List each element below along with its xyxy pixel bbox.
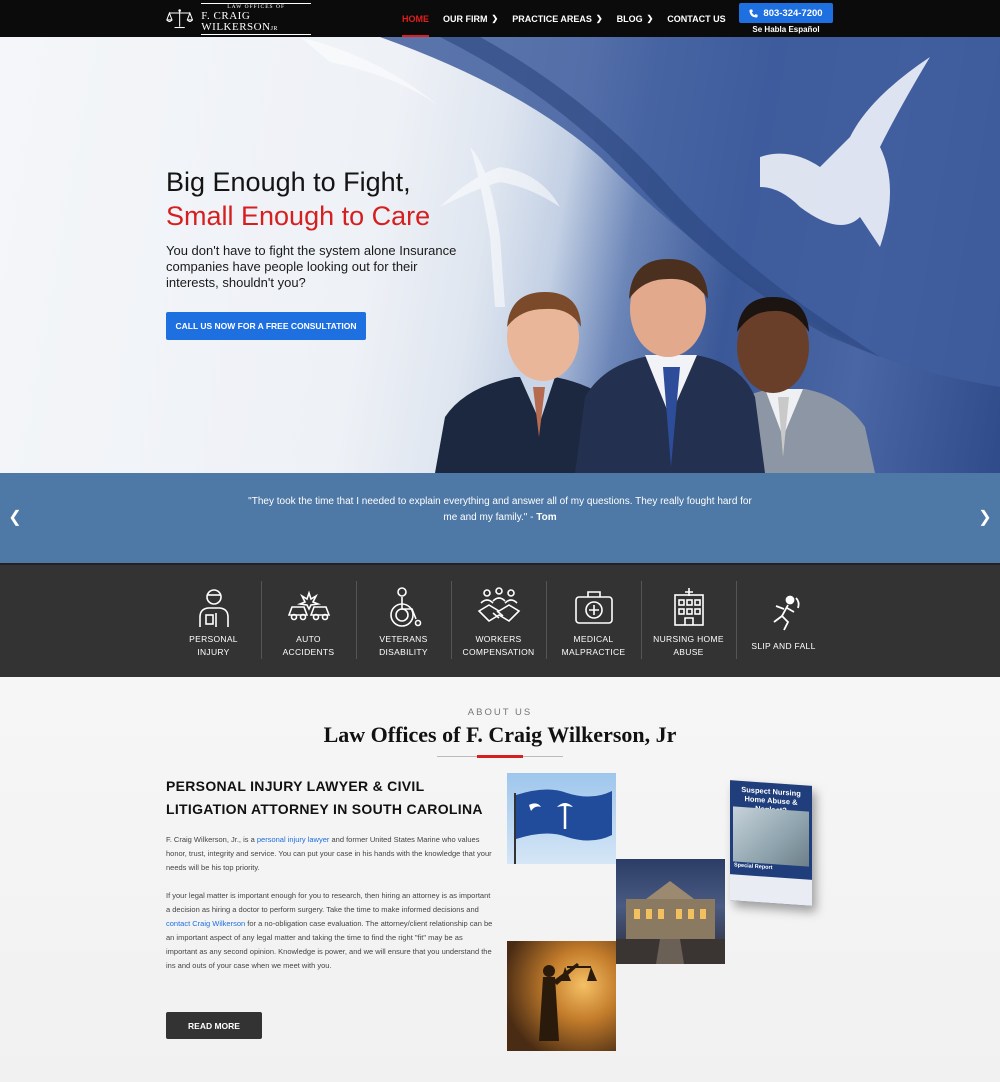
testimonial-author: Tom	[536, 512, 557, 523]
practice-area-label: PERSONAL INJURY	[189, 634, 238, 657]
practice-area-label: NURSING HOME ABUSE	[653, 634, 724, 657]
nav-blog[interactable]: BLOG ❯	[610, 0, 661, 37]
title-divider	[437, 755, 563, 758]
practice-area-personal-injury[interactable]: PERSONAL INJURY	[166, 565, 261, 679]
nav-practice-areas[interactable]: PRACTICE AREAS ❯	[505, 0, 609, 37]
practice-area-label: VETERANS DISABILITY	[379, 634, 428, 657]
about-section: ABOUT US Law Offices of F. Craig Wilkers…	[0, 677, 1000, 1082]
personal-injury-lawyer-link[interactable]: personal injury lawyer	[257, 835, 330, 844]
practice-area-label: MEDICAL MALPRACTICE	[561, 634, 626, 657]
chevron-right-icon: ❯	[491, 14, 499, 23]
firm-logo[interactable]: LAW OFFICES OF F. CRAIG WILKERSONJR	[166, 3, 311, 35]
book-cover-image	[733, 806, 809, 867]
wheelchair-icon	[389, 587, 421, 627]
phone-number: 803-324-7200	[763, 7, 823, 19]
practice-area-auto-accidents[interactable]: AUTO ACCIDENTS	[261, 565, 356, 679]
nav-our-firm[interactable]: OUR FIRM ❯	[436, 0, 505, 37]
practice-area-label: AUTO ACCIDENTS	[282, 634, 335, 657]
injured-person-icon	[198, 589, 229, 627]
chevron-right-icon[interactable]: ❯	[977, 507, 993, 527]
hero-subtitle: You don't have to fight the system alone…	[166, 243, 457, 290]
free-consultation-button[interactable]: CALL US NOW FOR A FREE CONSULTATION	[166, 312, 366, 340]
slip-fall-icon	[772, 595, 800, 630]
phone-button[interactable]: 803-324-7200	[739, 3, 833, 23]
contact-craig-link[interactable]: contact Craig Wilkerson	[166, 919, 245, 928]
practice-area-veterans-disability[interactable]: VETERANS DISABILITY	[356, 565, 451, 679]
hero-section: Big Enough to Fight, Small Enough to Car…	[0, 37, 1000, 473]
flag-image	[514, 789, 612, 864]
practice-area-slip-and-fall[interactable]: SLIP AND FALL	[736, 565, 831, 679]
practice-area-workers-compensation[interactable]: WORKERS COMPENSATION	[451, 565, 546, 679]
handshake-icon	[477, 587, 520, 623]
attorneys-photo	[435, 259, 875, 473]
practice-area-nursing-home-abuse[interactable]: NURSING HOME ABUSE	[641, 565, 736, 679]
hero-title: Big Enough to Fight, Small Enough to Car…	[166, 165, 430, 233]
sc-flag-photo	[507, 773, 616, 864]
practice-area-medical-malpractice[interactable]: MEDICAL MALPRACTICE	[546, 565, 641, 679]
practice-area-label: SLIP AND FALL	[751, 640, 816, 651]
chevron-right-icon: ❯	[595, 14, 603, 23]
read-more-button[interactable]: READ MORE	[166, 1012, 262, 1039]
book-label: Special Report	[734, 862, 773, 872]
lady-justice-image	[539, 963, 597, 1041]
about-eyebrow: ABOUT US	[467, 707, 533, 718]
phone-icon	[749, 8, 758, 18]
chevron-left-icon[interactable]: ❮	[7, 507, 23, 527]
nav-home[interactable]: HOME	[395, 0, 436, 37]
medical-kit-icon	[574, 591, 613, 624]
scales-of-justice-icon	[166, 9, 194, 29]
logo-suffix: JR	[270, 25, 278, 32]
nursing-home-report-book[interactable]: Suspect Nursing Home Abuse & Neglect? Sp…	[730, 780, 812, 906]
car-crash-icon	[287, 590, 330, 621]
book-footer	[730, 874, 812, 906]
spanish-notice: Se Habla Español	[752, 25, 820, 34]
top-navigation: LAW OFFICES OF F. CRAIG WILKERSONJR HOME…	[0, 0, 1000, 37]
about-paragraph-2: If your legal matter is important enough…	[166, 891, 493, 970]
about-title: Law Offices of F. Craig Wilkerson, Jr	[323, 722, 677, 747]
testimonial-quote: "They took the time that I needed to exp…	[248, 496, 752, 523]
hero-title-line2: Small Enough to Care	[166, 201, 431, 231]
capitol-building-photo	[616, 859, 725, 964]
hospital-icon	[673, 588, 704, 626]
lady-justice-photo	[507, 941, 616, 1051]
about-paragraph-1: F. Craig Wilkerson, Jr., is a personal i…	[166, 835, 492, 872]
nav-contact-us[interactable]: CONTACT US	[660, 0, 732, 37]
logo-wordmark: LAW OFFICES OF F. CRAIG WILKERSONJR	[201, 3, 311, 35]
logo-name: F. CRAIG WILKERSONJR	[201, 10, 311, 35]
main-menu: HOME OUR FIRM ❯ PRACTICE AREAS ❯ BLOG ❯ CON…	[395, 0, 733, 37]
testimonial-slider: ❮ "They took the time that I needed to e…	[0, 473, 1000, 563]
practice-area-label: WORKERS COMPENSATION	[462, 634, 535, 657]
practice-areas-bar: PERSONAL INJURY AUTO ACCIDENTS VETERANS DIS…	[0, 563, 1000, 677]
chevron-right-icon: ❯	[646, 14, 654, 23]
hero-title-line1: Big Enough to Fight,	[166, 167, 411, 197]
about-heading: PERSONAL INJURY LAWYER & CIVIL LITIGATIO…	[166, 778, 483, 817]
capitol-image	[616, 881, 725, 964]
